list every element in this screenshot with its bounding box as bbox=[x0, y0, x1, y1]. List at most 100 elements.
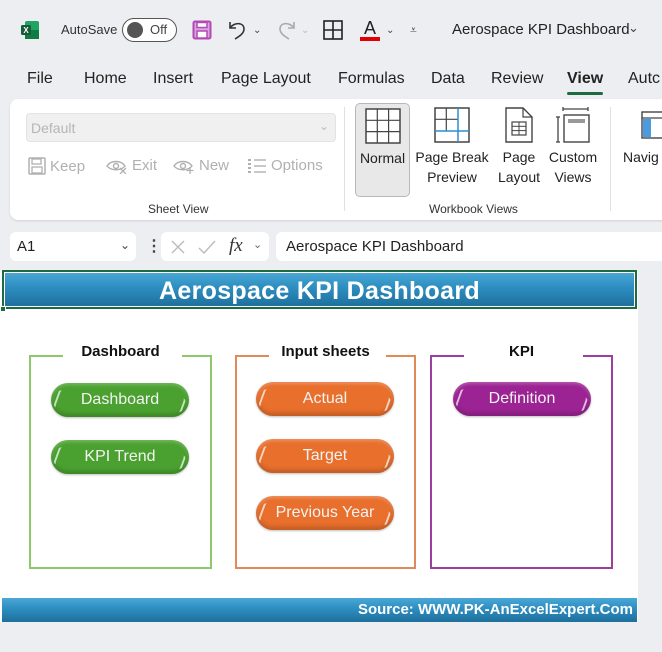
group-dashboard-title: Dashboard bbox=[81, 343, 160, 360]
autosave-toggle[interactable]: Off bbox=[122, 18, 177, 42]
new-view-icon bbox=[173, 160, 194, 174]
more-options-icon[interactable]: ⋮ bbox=[146, 236, 162, 256]
redo-icon bbox=[279, 22, 295, 40]
navigation-icon bbox=[641, 111, 662, 139]
tab-review[interactable]: Review bbox=[491, 70, 543, 88]
page-layout-view-button[interactable]: Page Layout bbox=[494, 103, 544, 197]
new-view-label: New bbox=[199, 157, 230, 174]
undo-button[interactable]: ⌄ bbox=[226, 18, 261, 42]
formula-input[interactable]: Aerospace KPI Dashboard bbox=[276, 232, 662, 261]
new-view-button[interactable]: New bbox=[173, 157, 229, 174]
undo-dropdown-icon[interactable]: ⌄ bbox=[253, 25, 261, 36]
tab-home[interactable]: Home bbox=[84, 70, 127, 88]
group-kpi-title: KPI bbox=[508, 343, 534, 360]
options-label: Options bbox=[271, 157, 323, 174]
actual-nav-button[interactable]: Actual bbox=[256, 382, 394, 416]
dashboard-banner[interactable]: Aerospace KPI Dashboard bbox=[2, 270, 637, 309]
source-text: Source: WWW.PK-AnExcelExpert.Com bbox=[357, 601, 633, 618]
definition-nav-button[interactable]: Definition bbox=[453, 382, 591, 416]
keep-label: Keep bbox=[50, 157, 86, 175]
redo-button[interactable]: ⌄ bbox=[274, 18, 309, 42]
insert-function-icon[interactable]: fx bbox=[229, 235, 243, 257]
page-layout-view-label-2: Layout bbox=[497, 169, 541, 185]
svg-text:A: A bbox=[364, 18, 376, 38]
source-footer: Source: WWW.PK-AnExcelExpert.Com bbox=[2, 598, 637, 622]
chevron-down-icon[interactable]: ⌄ bbox=[628, 20, 639, 36]
page-break-preview-icon bbox=[434, 107, 470, 143]
chevron-down-icon[interactable]: ⌄ bbox=[253, 238, 262, 251]
formula-controls: fx ⌄ bbox=[161, 232, 269, 261]
excel-logo-icon: X bbox=[21, 21, 39, 39]
page-break-preview-label-1: Page Break bbox=[415, 149, 489, 165]
page-break-preview-label-2: Preview bbox=[427, 169, 477, 185]
tab-view[interactable]: View bbox=[567, 70, 604, 95]
font-color-icon: A bbox=[360, 18, 380, 41]
group-dashboard: Dashboard Dashboard KPI Trend bbox=[29, 343, 212, 569]
customize-qat-button[interactable]: ⩡ bbox=[410, 18, 417, 42]
custom-views-button[interactable]: Custom Views bbox=[546, 103, 600, 197]
group-input-sheets: Input sheets Actual Target Previous Year bbox=[235, 343, 416, 569]
custom-views-icon bbox=[556, 107, 590, 143]
options-icon bbox=[248, 158, 266, 173]
ribbon-tabs: File Home Insert Page Layout Formulas Da… bbox=[0, 62, 662, 98]
navigation-label: Navig bbox=[623, 149, 659, 165]
kpi-trend-nav-button[interactable]: KPI Trend bbox=[51, 440, 189, 474]
autosave-state: Off bbox=[150, 22, 168, 37]
selection-fill-handle[interactable] bbox=[0, 306, 6, 312]
keep-icon bbox=[28, 157, 46, 175]
dashboard-nav-button[interactable]: Dashboard bbox=[51, 383, 189, 417]
banner-title: Aerospace KPI Dashboard bbox=[159, 277, 480, 305]
tab-page-layout[interactable]: Page Layout bbox=[221, 70, 311, 88]
chevron-down-icon: ⌄ bbox=[318, 119, 329, 133]
chevron-down-icon[interactable]: ⌄ bbox=[120, 238, 130, 252]
tab-insert[interactable]: Insert bbox=[153, 70, 193, 88]
customize-qat-icon: ⩡ bbox=[410, 22, 417, 37]
options-button[interactable]: Options bbox=[247, 157, 323, 174]
tab-file[interactable]: File bbox=[27, 70, 53, 88]
group-divider bbox=[344, 107, 345, 211]
redo-dropdown-icon[interactable]: ⌄ bbox=[301, 25, 309, 36]
document-title[interactable]: Aerospace KPI Dashboard bbox=[452, 21, 630, 38]
normal-view-button[interactable]: Normal bbox=[355, 103, 410, 197]
title-bar: X AutoSave Off ⌄ ⌄ A ⌄ ⩡ Aerospace KPI D… bbox=[0, 0, 662, 60]
worksheet-margin bbox=[638, 270, 662, 652]
svg-text:X: X bbox=[23, 26, 29, 35]
toggle-knob bbox=[127, 22, 143, 38]
save-button[interactable] bbox=[192, 18, 212, 42]
tab-data[interactable]: Data bbox=[431, 70, 465, 88]
navigation-button[interactable]: Navig bbox=[620, 103, 662, 197]
undo-icon bbox=[229, 22, 245, 40]
autosave-label: AutoSave bbox=[61, 22, 118, 37]
sheet-view-group-label: Sheet View bbox=[148, 202, 209, 216]
exit-view-button[interactable]: Exit bbox=[106, 157, 157, 174]
target-nav-button[interactable]: Target bbox=[256, 439, 394, 473]
normal-view-icon bbox=[364, 108, 401, 144]
borders-button[interactable] bbox=[323, 18, 343, 42]
ribbon-panel: Default ⌄ Keep Exit New Options Sheet Vi… bbox=[10, 99, 662, 220]
sheet-view-select[interactable]: Default ⌄ bbox=[26, 113, 336, 142]
name-box[interactable]: A1 ⌄ bbox=[10, 232, 136, 261]
page-layout-view-label-1: Page bbox=[502, 149, 536, 165]
group-divider bbox=[610, 107, 611, 211]
tab-formulas[interactable]: Formulas bbox=[338, 70, 405, 88]
keep-button[interactable]: Keep bbox=[28, 157, 85, 175]
exit-view-label: Exit bbox=[132, 157, 158, 174]
sheet-view-value: Default bbox=[31, 120, 76, 136]
cancel-icon[interactable] bbox=[170, 239, 186, 255]
custom-views-label-1: Custom bbox=[548, 149, 598, 165]
group-kpi: KPI Definition bbox=[430, 343, 613, 569]
previous-year-nav-button[interactable]: Previous Year bbox=[256, 496, 394, 530]
font-color-button[interactable]: A ⌄ bbox=[359, 18, 394, 42]
workbook-views-group-label: Workbook Views bbox=[429, 202, 518, 216]
borders-icon bbox=[323, 20, 343, 40]
group-input-sheets-title: Input sheets bbox=[281, 343, 370, 360]
formula-value: Aerospace KPI Dashboard bbox=[286, 238, 464, 255]
normal-view-label: Normal bbox=[359, 150, 406, 166]
save-icon bbox=[192, 20, 212, 40]
page-layout-view-icon bbox=[505, 107, 533, 143]
tab-automate[interactable]: Autc bbox=[628, 70, 660, 88]
exit-view-icon bbox=[106, 160, 127, 174]
page-break-preview-button[interactable]: Page Break Preview bbox=[413, 103, 491, 197]
font-color-dropdown-icon[interactable]: ⌄ bbox=[386, 25, 394, 36]
enter-check-icon[interactable] bbox=[198, 239, 216, 255]
